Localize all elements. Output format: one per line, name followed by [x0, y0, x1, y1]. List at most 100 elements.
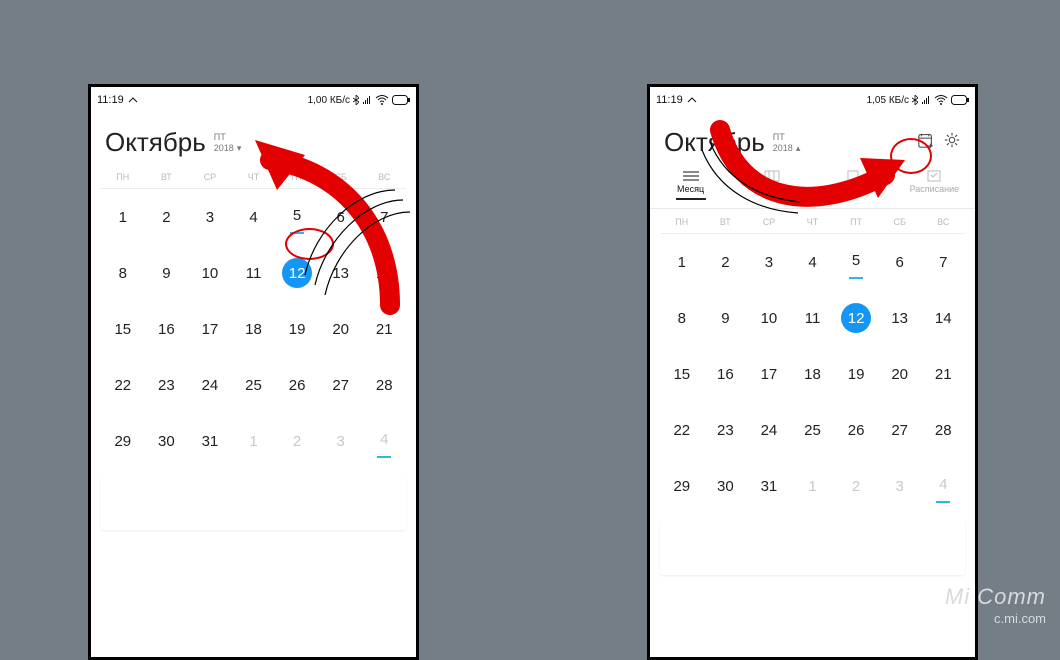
year-selector[interactable]: ПТ 2018 ▾ [214, 132, 242, 154]
calendar-day[interactable]: 26 [275, 357, 319, 413]
tab-label: День [843, 184, 864, 194]
calendar-day[interactable]: 3 [747, 234, 791, 290]
dayname: СБ [878, 217, 922, 227]
calendar-day[interactable]: 3 [319, 413, 363, 469]
calendar-day[interactable]: 5 [834, 234, 878, 290]
calendar-day[interactable]: 22 [101, 357, 145, 413]
calendar-day[interactable]: 18 [232, 301, 276, 357]
calendar-day[interactable]: 9 [704, 290, 748, 346]
calendar-day[interactable]: 15 [101, 301, 145, 357]
calendar-day[interactable]: 25 [232, 357, 276, 413]
day-number: 30 [151, 426, 181, 456]
tab-month[interactable]: Месяц [650, 164, 731, 208]
calendar-day[interactable]: 4 [921, 458, 965, 514]
calendar-day[interactable]: 16 [145, 301, 189, 357]
calendar-day[interactable]: 3 [188, 189, 232, 245]
day-number: 7 [369, 202, 399, 232]
calendar-day[interactable]: 24 [188, 357, 232, 413]
calendar-day[interactable]: 12 [275, 245, 319, 301]
calendar-day[interactable]: 3 [878, 458, 922, 514]
day-number: 17 [195, 314, 225, 344]
calendar-day[interactable]: 30 [145, 413, 189, 469]
day-number: 24 [195, 370, 225, 400]
calendar-day[interactable]: 2 [704, 234, 748, 290]
calendar-day[interactable]: 15 [660, 346, 704, 402]
calendar-day[interactable]: 21 [921, 346, 965, 402]
month-label: Октябрь [664, 127, 765, 158]
calendar-day[interactable]: 8 [101, 245, 145, 301]
calendar-day[interactable]: 31 [188, 413, 232, 469]
day-number: 10 [754, 303, 784, 333]
calendar-day[interactable]: 2 [834, 458, 878, 514]
calendar-day[interactable]: 16 [704, 346, 748, 402]
calendar-day[interactable]: 9 [145, 245, 189, 301]
calendar-day[interactable]: 2 [145, 189, 189, 245]
calendar-day[interactable]: 17 [747, 346, 791, 402]
calendar-day[interactable]: 5 [275, 189, 319, 245]
calendar-day[interactable]: 28 [362, 357, 406, 413]
wifi-icon [375, 95, 389, 105]
calendar-day[interactable]: 10 [188, 245, 232, 301]
events-card [101, 475, 406, 530]
calendar-day[interactable]: 22 [660, 402, 704, 458]
calendar-day[interactable]: 25 [791, 402, 835, 458]
tab-label: Неделя [756, 184, 787, 194]
calendar-grid: 1234567891011121314151617181920212223242… [650, 234, 975, 514]
calendar-day[interactable]: 4 [791, 234, 835, 290]
watermark: Mi Comm c.mi.com [945, 586, 1046, 630]
calendar-day[interactable]: 12 [834, 290, 878, 346]
calendar-day[interactable]: 28 [921, 402, 965, 458]
day-number: 5 [849, 246, 863, 279]
calendar-day[interactable]: 20 [878, 346, 922, 402]
calendar-day[interactable]: 27 [319, 357, 363, 413]
tab-agenda[interactable]: Расписание [894, 164, 975, 208]
calendar-day[interactable]: 30 [704, 458, 748, 514]
calendar-day[interactable]: 13 [319, 245, 363, 301]
dow-label: ПТ [214, 132, 242, 143]
calendar-day[interactable]: 18 [791, 346, 835, 402]
day-number: 2 [282, 426, 312, 456]
calendar-day[interactable]: 10 [747, 290, 791, 346]
calendar-day[interactable]: 2 [275, 413, 319, 469]
day-number: 10 [195, 258, 225, 288]
calendar-day[interactable]: 23 [145, 357, 189, 413]
day-number: 14 [369, 258, 399, 288]
calendar-day[interactable]: 19 [834, 346, 878, 402]
calendar-day[interactable]: 31 [747, 458, 791, 514]
calendar-day[interactable]: 29 [660, 458, 704, 514]
calendar-day[interactable]: 20 [319, 301, 363, 357]
calendar-day[interactable]: 14 [921, 290, 965, 346]
day-number: 15 [108, 314, 138, 344]
calendar-day[interactable]: 1 [101, 189, 145, 245]
calendar-day[interactable]: 24 [747, 402, 791, 458]
calendar-day[interactable]: 8 [660, 290, 704, 346]
calendar-day[interactable]: 6 [319, 189, 363, 245]
year-selector[interactable]: ПТ 2018 ▴ [773, 132, 801, 154]
calendar-day[interactable]: 11 [791, 290, 835, 346]
day-number: 18 [239, 314, 269, 344]
calendar-day[interactable]: 13 [878, 290, 922, 346]
add-event-icon[interactable] [917, 131, 935, 154]
calendar-day[interactable]: 4 [362, 413, 406, 469]
calendar-day[interactable]: 1 [232, 413, 276, 469]
calendar-day[interactable]: 21 [362, 301, 406, 357]
calendar-day[interactable]: 26 [834, 402, 878, 458]
calendar-day[interactable]: 7 [362, 189, 406, 245]
calendar-day[interactable]: 23 [704, 402, 748, 458]
calendar-day[interactable]: 7 [921, 234, 965, 290]
calendar-day[interactable]: 4 [232, 189, 276, 245]
day-number: 5 [290, 201, 304, 234]
calendar-day[interactable]: 6 [878, 234, 922, 290]
gear-icon[interactable] [943, 131, 961, 154]
calendar-day[interactable]: 14 [362, 245, 406, 301]
day-number: 28 [928, 415, 958, 445]
calendar-day[interactable]: 19 [275, 301, 319, 357]
calendar-day[interactable]: 27 [878, 402, 922, 458]
calendar-day[interactable]: 29 [101, 413, 145, 469]
calendar-day[interactable]: 1 [791, 458, 835, 514]
calendar-day[interactable]: 1 [660, 234, 704, 290]
calendar-day[interactable]: 11 [232, 245, 276, 301]
tab-day[interactable]: День [813, 164, 894, 208]
calendar-day[interactable]: 17 [188, 301, 232, 357]
tab-week[interactable]: Неделя [731, 164, 812, 208]
